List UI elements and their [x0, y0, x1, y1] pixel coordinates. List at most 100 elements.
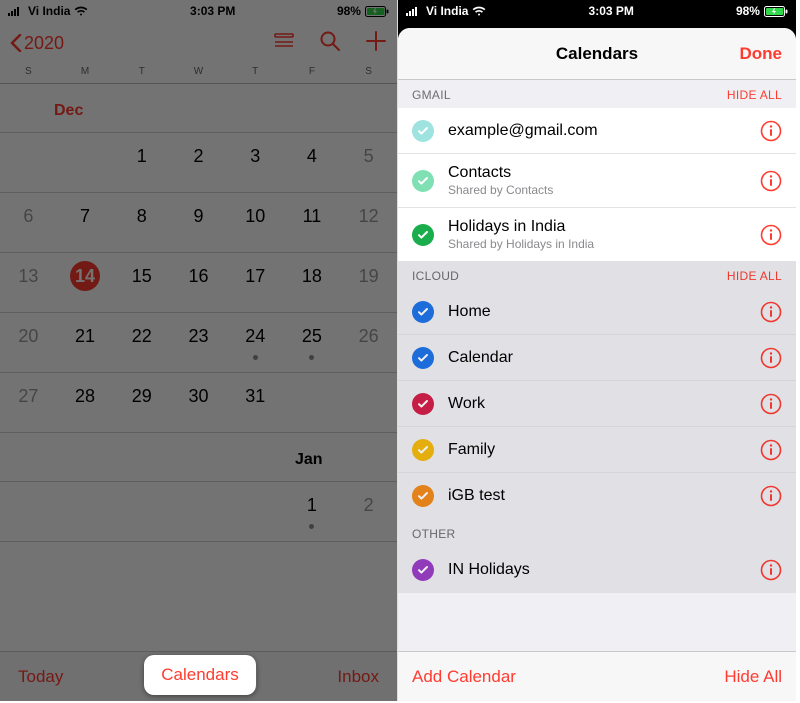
calendar-day[interactable]: 25 — [284, 313, 341, 373]
day-number: 30 — [183, 381, 213, 411]
row-title: Family — [448, 441, 760, 459]
day-number: 7 — [70, 201, 100, 231]
calendar-day[interactable]: 1 — [113, 133, 170, 193]
info-icon[interactable] — [760, 559, 782, 581]
search-icon[interactable] — [319, 30, 341, 57]
calendar-day[interactable]: 16 — [170, 253, 227, 313]
day-number: 19 — [354, 261, 384, 291]
sheet-header: Calendars Done — [398, 28, 796, 80]
calendar-day[interactable]: 26 — [340, 313, 397, 373]
calendar-day[interactable]: 19 — [340, 253, 397, 313]
event-dot-icon — [309, 355, 314, 360]
carrier-label: Vi India — [28, 4, 70, 18]
info-icon[interactable] — [760, 439, 782, 461]
calendar-day[interactable]: 15 — [113, 253, 170, 313]
calendar-row[interactable]: iGB test — [398, 473, 796, 519]
calendar-day[interactable]: 7 — [57, 193, 114, 253]
day-number: 15 — [127, 261, 157, 291]
year-label: 2020 — [24, 33, 64, 54]
day-number: 20 — [13, 321, 43, 351]
info-icon[interactable] — [760, 301, 782, 323]
calendar-day[interactable]: 13 — [0, 253, 57, 313]
calendar-row[interactable]: Calendar — [398, 335, 796, 381]
status-bar: Vi India 3:03 PM 98% — [0, 0, 397, 22]
calendar-day[interactable]: 1 — [284, 482, 341, 542]
info-icon[interactable] — [760, 170, 782, 192]
calendar-day[interactable]: 11 — [284, 193, 341, 253]
calendar-day[interactable]: 21 — [57, 313, 114, 373]
hide-all-gmail[interactable]: HIDE ALL — [727, 88, 782, 102]
calendar-day[interactable]: 10 — [227, 193, 284, 253]
back-to-year-button[interactable]: 2020 — [10, 33, 64, 54]
calendars-button-highlight[interactable]: Calendars — [144, 655, 256, 695]
weekday: F — [284, 66, 341, 77]
info-icon[interactable] — [760, 347, 782, 369]
info-icon[interactable] — [760, 393, 782, 415]
calendar-day[interactable]: 29 — [113, 373, 170, 433]
calendar-day[interactable]: 23 — [170, 313, 227, 373]
done-button[interactable]: Done — [740, 44, 783, 64]
day-number: 3 — [240, 141, 270, 171]
calendar-day[interactable]: 18 — [284, 253, 341, 313]
month-label-jan[interactable]: Jan — [0, 433, 397, 482]
row-text: Holidays in IndiaShared by Holidays in I… — [448, 218, 760, 251]
add-calendar-button[interactable]: Add Calendar — [412, 667, 516, 687]
list-view-icon[interactable] — [273, 30, 295, 57]
status-right: 98% — [337, 4, 389, 18]
today-button[interactable]: Today — [18, 667, 63, 687]
calendar-day[interactable]: 12 — [340, 193, 397, 253]
info-icon[interactable] — [760, 120, 782, 142]
calendar-day[interactable]: 24 — [227, 313, 284, 373]
calendar-row[interactable]: Home — [398, 289, 796, 335]
section-header-gmail: GMAIL HIDE ALL — [398, 80, 796, 108]
calendar-day[interactable]: 8 — [113, 193, 170, 253]
day-number: 8 — [127, 201, 157, 231]
add-event-icon[interactable] — [365, 30, 387, 57]
row-text: iGB test — [448, 487, 760, 505]
inbox-button[interactable]: Inbox — [337, 667, 379, 687]
hide-all-button[interactable]: Hide All — [724, 667, 782, 687]
hide-all-icloud[interactable]: HIDE ALL — [727, 269, 782, 283]
calendar-day[interactable]: 17 — [227, 253, 284, 313]
calendar-row[interactable]: ContactsShared by Contacts — [398, 154, 796, 208]
calendar-day[interactable]: 5 — [340, 133, 397, 193]
day-number: 16 — [183, 261, 213, 291]
day-number: 22 — [127, 321, 157, 351]
calendar-day[interactable]: 3 — [227, 133, 284, 193]
icloud-section: ICLOUD HIDE ALL HomeCalendarWorkFamilyiG… — [398, 261, 796, 593]
calendar-row[interactable]: IN Holidays — [398, 547, 796, 593]
calendar-day[interactable]: 27 — [0, 373, 57, 433]
info-icon[interactable] — [760, 485, 782, 507]
day-number: 2 — [354, 490, 384, 520]
row-title: Contacts — [448, 164, 760, 182]
weekday: T — [227, 66, 284, 77]
weekday: S — [340, 66, 397, 77]
calendar-day[interactable]: 31 — [227, 373, 284, 433]
day-number: 14 — [70, 261, 100, 291]
month-label-dec[interactable]: Dec — [0, 84, 397, 133]
event-dot-icon — [309, 524, 314, 529]
event-dot-icon — [253, 355, 258, 360]
row-title: Calendar — [448, 349, 760, 367]
calendar-day[interactable]: 2 — [170, 133, 227, 193]
weekday: M — [57, 66, 114, 77]
icloud-list: Home Calendar Work Family iGB test — [398, 289, 796, 519]
calendar-day[interactable]: 20 — [0, 313, 57, 373]
calendar-day[interactable]: 9 — [170, 193, 227, 253]
row-text: ContactsShared by Contacts — [448, 164, 760, 197]
calendar-day[interactable]: 6 — [0, 193, 57, 253]
row-title: Holidays in India — [448, 218, 760, 236]
calendar-row[interactable]: Work — [398, 381, 796, 427]
calendar-row[interactable]: Holidays in IndiaShared by Holidays in I… — [398, 208, 796, 261]
calendar-day — [57, 133, 114, 193]
calendar-day[interactable]: 28 — [57, 373, 114, 433]
calendar-row[interactable]: example@gmail.com — [398, 108, 796, 154]
calendar-day[interactable]: 2 — [340, 482, 397, 542]
calendar-row[interactable]: Family — [398, 427, 796, 473]
calendar-day[interactable]: 30 — [170, 373, 227, 433]
day-number: 11 — [297, 201, 327, 231]
info-icon[interactable] — [760, 224, 782, 246]
calendar-day[interactable]: 4 — [284, 133, 341, 193]
calendar-day[interactable]: 22 — [113, 313, 170, 373]
calendar-day[interactable]: 14 — [57, 253, 114, 313]
